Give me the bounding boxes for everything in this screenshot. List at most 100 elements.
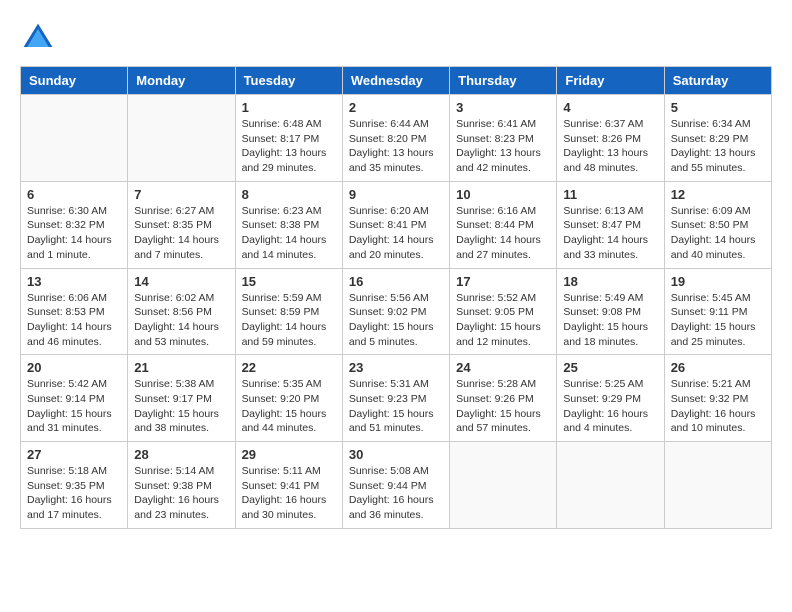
calendar-cell: 24 Sunrise: 5:28 AM Sunset: 9:26 PM Dayli…: [450, 355, 557, 442]
calendar-header-row: SundayMondayTuesdayWednesdayThursdayFrid…: [21, 67, 772, 95]
calendar-cell: 18 Sunrise: 5:49 AM Sunset: 9:08 PM Dayli…: [557, 268, 664, 355]
day-number: 8: [242, 187, 336, 202]
calendar-cell: 26Sunrise: 5:21 AM Sunset: 9:32 PM Dayli…: [664, 355, 771, 442]
day-number: 16: [349, 274, 443, 289]
calendar-header-friday: Friday: [557, 67, 664, 95]
calendar-cell: 19 Sunrise: 5:45 AM Sunset: 9:11 PM Dayli…: [664, 268, 771, 355]
day-number: 30: [349, 447, 443, 462]
day-info: Sunrise: 6:37 AM Sunset: 8:26 PM Dayligh…: [563, 117, 657, 176]
calendar-week-2: 6 Sunrise: 6:30 AM Sunset: 8:32 PM Daylig…: [21, 181, 772, 268]
day-info: Sunrise: 6:13 AM Sunset: 8:47 PM Dayligh…: [563, 204, 657, 263]
calendar-cell: 5 Sunrise: 6:34 AM Sunset: 8:29 PM Daylig…: [664, 95, 771, 182]
calendar-cell: 22 Sunrise: 5:35 AM Sunset: 9:20 PM Dayli…: [235, 355, 342, 442]
day-info: Sunrise: 5:18 AM Sunset: 9:35 PM Dayligh…: [27, 464, 121, 523]
calendar-week-1: 1Sunrise: 6:48 AM Sunset: 8:17 PM Daylig…: [21, 95, 772, 182]
calendar-header-wednesday: Wednesday: [342, 67, 449, 95]
page-header: [20, 20, 772, 56]
day-number: 23: [349, 360, 443, 375]
day-info: Sunrise: 6:44 AM Sunset: 8:20 PM Dayligh…: [349, 117, 443, 176]
day-number: 29: [242, 447, 336, 462]
calendar-cell: 30 Sunrise: 5:08 AM Sunset: 9:44 PM Dayli…: [342, 442, 449, 529]
calendar-cell: [21, 95, 128, 182]
day-info: Sunrise: 5:25 AM Sunset: 9:29 PM Dayligh…: [563, 377, 657, 436]
day-info: Sunrise: 6:30 AM Sunset: 8:32 PM Dayligh…: [27, 204, 121, 263]
calendar-week-5: 27 Sunrise: 5:18 AM Sunset: 9:35 PM Dayli…: [21, 442, 772, 529]
day-info: Sunrise: 5:11 AM Sunset: 9:41 PM Dayligh…: [242, 464, 336, 523]
calendar-cell: 16 Sunrise: 5:56 AM Sunset: 9:02 PM Dayli…: [342, 268, 449, 355]
logo: [20, 20, 62, 56]
calendar-cell: 7Sunrise: 6:27 AM Sunset: 8:35 PM Daylig…: [128, 181, 235, 268]
day-number: 28: [134, 447, 228, 462]
day-number: 5: [671, 100, 765, 115]
calendar-cell: 23Sunrise: 5:31 AM Sunset: 9:23 PM Dayli…: [342, 355, 449, 442]
calendar-cell: 15 Sunrise: 5:59 AM Sunset: 8:59 PM Dayli…: [235, 268, 342, 355]
day-number: 22: [242, 360, 336, 375]
day-number: 2: [349, 100, 443, 115]
calendar-cell: 25Sunrise: 5:25 AM Sunset: 9:29 PM Dayli…: [557, 355, 664, 442]
day-info: Sunrise: 5:49 AM Sunset: 9:08 PM Dayligh…: [563, 291, 657, 350]
day-number: 9: [349, 187, 443, 202]
day-info: Sunrise: 5:52 AM Sunset: 9:05 PM Dayligh…: [456, 291, 550, 350]
calendar-cell: 29 Sunrise: 5:11 AM Sunset: 9:41 PM Dayli…: [235, 442, 342, 529]
day-info: Sunrise: 6:02 AM Sunset: 8:56 PM Dayligh…: [134, 291, 228, 350]
calendar-cell: [128, 95, 235, 182]
day-info: Sunrise: 6:20 AM Sunset: 8:41 PM Dayligh…: [349, 204, 443, 263]
day-info: Sunrise: 5:28 AM Sunset: 9:26 PM Dayligh…: [456, 377, 550, 436]
calendar-header-monday: Monday: [128, 67, 235, 95]
calendar-week-4: 20 Sunrise: 5:42 AM Sunset: 9:14 PM Dayli…: [21, 355, 772, 442]
day-number: 18: [563, 274, 657, 289]
day-info: Sunrise: 6:09 AM Sunset: 8:50 PM Dayligh…: [671, 204, 765, 263]
day-number: 14: [134, 274, 228, 289]
day-number: 4: [563, 100, 657, 115]
day-number: 21: [134, 360, 228, 375]
calendar-header-saturday: Saturday: [664, 67, 771, 95]
day-number: 17: [456, 274, 550, 289]
day-info: Sunrise: 5:14 AM Sunset: 9:38 PM Dayligh…: [134, 464, 228, 523]
day-info: Sunrise: 5:08 AM Sunset: 9:44 PM Dayligh…: [349, 464, 443, 523]
calendar-cell: 12 Sunrise: 6:09 AM Sunset: 8:50 PM Dayli…: [664, 181, 771, 268]
day-number: 27: [27, 447, 121, 462]
day-number: 19: [671, 274, 765, 289]
calendar-cell: 20 Sunrise: 5:42 AM Sunset: 9:14 PM Dayli…: [21, 355, 128, 442]
day-info: Sunrise: 5:59 AM Sunset: 8:59 PM Dayligh…: [242, 291, 336, 350]
day-number: 20: [27, 360, 121, 375]
calendar-cell: 3 Sunrise: 6:41 AM Sunset: 8:23 PM Daylig…: [450, 95, 557, 182]
day-info: Sunrise: 5:38 AM Sunset: 9:17 PM Dayligh…: [134, 377, 228, 436]
day-info: Sunrise: 5:45 AM Sunset: 9:11 PM Dayligh…: [671, 291, 765, 350]
day-info: Sunrise: 6:34 AM Sunset: 8:29 PM Dayligh…: [671, 117, 765, 176]
day-number: 3: [456, 100, 550, 115]
day-number: 15: [242, 274, 336, 289]
calendar-cell: 17 Sunrise: 5:52 AM Sunset: 9:05 PM Dayli…: [450, 268, 557, 355]
calendar-cell: 14 Sunrise: 6:02 AM Sunset: 8:56 PM Dayli…: [128, 268, 235, 355]
day-info: Sunrise: 5:56 AM Sunset: 9:02 PM Dayligh…: [349, 291, 443, 350]
day-number: 12: [671, 187, 765, 202]
calendar-header-tuesday: Tuesday: [235, 67, 342, 95]
logo-icon: [20, 20, 56, 56]
calendar-table: SundayMondayTuesdayWednesdayThursdayFrid…: [20, 66, 772, 529]
calendar-cell: 4 Sunrise: 6:37 AM Sunset: 8:26 PM Daylig…: [557, 95, 664, 182]
calendar-cell: 28 Sunrise: 5:14 AM Sunset: 9:38 PM Dayli…: [128, 442, 235, 529]
day-info: Sunrise: 6:16 AM Sunset: 8:44 PM Dayligh…: [456, 204, 550, 263]
day-number: 11: [563, 187, 657, 202]
calendar-cell: 27 Sunrise: 5:18 AM Sunset: 9:35 PM Dayli…: [21, 442, 128, 529]
calendar-cell: [557, 442, 664, 529]
calendar-cell: 13 Sunrise: 6:06 AM Sunset: 8:53 PM Dayli…: [21, 268, 128, 355]
calendar-header-sunday: Sunday: [21, 67, 128, 95]
calendar-header-thursday: Thursday: [450, 67, 557, 95]
day-info: Sunrise: 6:41 AM Sunset: 8:23 PM Dayligh…: [456, 117, 550, 176]
day-info: Sunrise: 5:42 AM Sunset: 9:14 PM Dayligh…: [27, 377, 121, 436]
calendar-cell: 10Sunrise: 6:16 AM Sunset: 8:44 PM Dayli…: [450, 181, 557, 268]
calendar-cell: 11 Sunrise: 6:13 AM Sunset: 8:47 PM Dayli…: [557, 181, 664, 268]
day-info: Sunrise: 6:48 AM Sunset: 8:17 PM Dayligh…: [242, 117, 336, 176]
calendar-cell: 21 Sunrise: 5:38 AM Sunset: 9:17 PM Dayli…: [128, 355, 235, 442]
calendar-week-3: 13 Sunrise: 6:06 AM Sunset: 8:53 PM Dayli…: [21, 268, 772, 355]
day-number: 24: [456, 360, 550, 375]
calendar-cell: 9 Sunrise: 6:20 AM Sunset: 8:41 PM Daylig…: [342, 181, 449, 268]
day-info: Sunrise: 6:06 AM Sunset: 8:53 PM Dayligh…: [27, 291, 121, 350]
calendar-cell: [664, 442, 771, 529]
day-info: Sunrise: 5:35 AM Sunset: 9:20 PM Dayligh…: [242, 377, 336, 436]
day-number: 6: [27, 187, 121, 202]
day-number: 13: [27, 274, 121, 289]
calendar-cell: 8Sunrise: 6:23 AM Sunset: 8:38 PM Daylig…: [235, 181, 342, 268]
day-number: 7: [134, 187, 228, 202]
